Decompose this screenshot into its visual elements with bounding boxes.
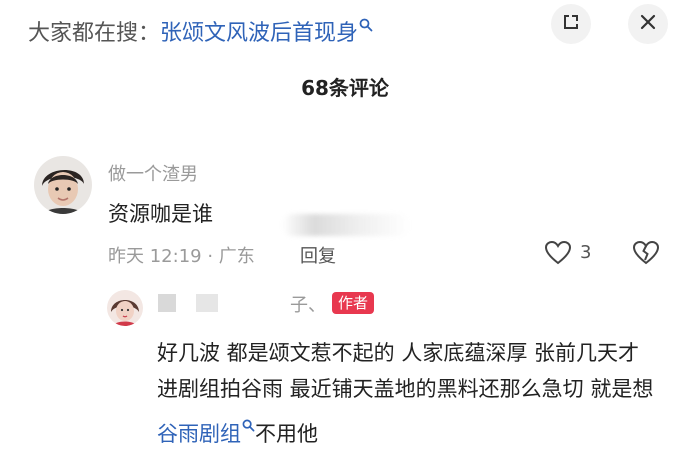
search-icon [359, 8, 373, 32]
expand-icon [562, 13, 580, 35]
expand-button[interactable] [551, 4, 591, 44]
reply-text: 好几波 都是颂文惹不起的 人家底蕴深厚 张前几天才进剧组拍谷雨 最近铺天盖地的黑… [157, 335, 657, 452]
trending-search-line[interactable]: 大家都在搜：张颂文风波后首现身 [28, 8, 373, 46]
reply-username[interactable]: 子、 [290, 291, 326, 317]
comment-text: 资源咖是谁 [108, 202, 213, 226]
trending-search-topic[interactable]: 张颂文风波后首现身 [160, 21, 358, 46]
search-icon [242, 407, 255, 432]
masked-username-block [158, 294, 176, 312]
reply-text-tail: 不用他 [255, 422, 318, 446]
comment-count-title: 68条评论 [301, 76, 389, 100]
close-icon [639, 13, 657, 35]
like-count: 3 [580, 242, 592, 263]
author-badge: 作者 [332, 292, 375, 314]
like-button[interactable] [543, 238, 573, 268]
avatar[interactable] [34, 156, 92, 214]
reply-text-main: 好几波 都是颂文惹不起的 人家底蕴深厚 张前几天才进剧组拍谷雨 最近铺天盖地的黑… [157, 341, 654, 401]
blurred-overlay [282, 214, 410, 236]
broken-heart-icon [631, 240, 661, 272]
trending-search-prefix: 大家都在搜： [28, 21, 161, 46]
comment-meta: 昨天 12:19 · 广东 [108, 246, 255, 267]
masked-username-block [196, 294, 218, 312]
top-search-bar: 大家都在搜：张颂文风波后首现身 [0, 0, 690, 56]
heart-icon [543, 240, 573, 272]
close-button[interactable] [628, 4, 668, 44]
reply-button[interactable]: 回复 [300, 242, 336, 268]
author-avatar[interactable] [107, 290, 143, 326]
comment-username[interactable]: 做一个渣男 [108, 160, 198, 186]
reply-topic-link[interactable]: 谷雨剧组 [157, 422, 241, 446]
dislike-button[interactable] [631, 238, 661, 268]
